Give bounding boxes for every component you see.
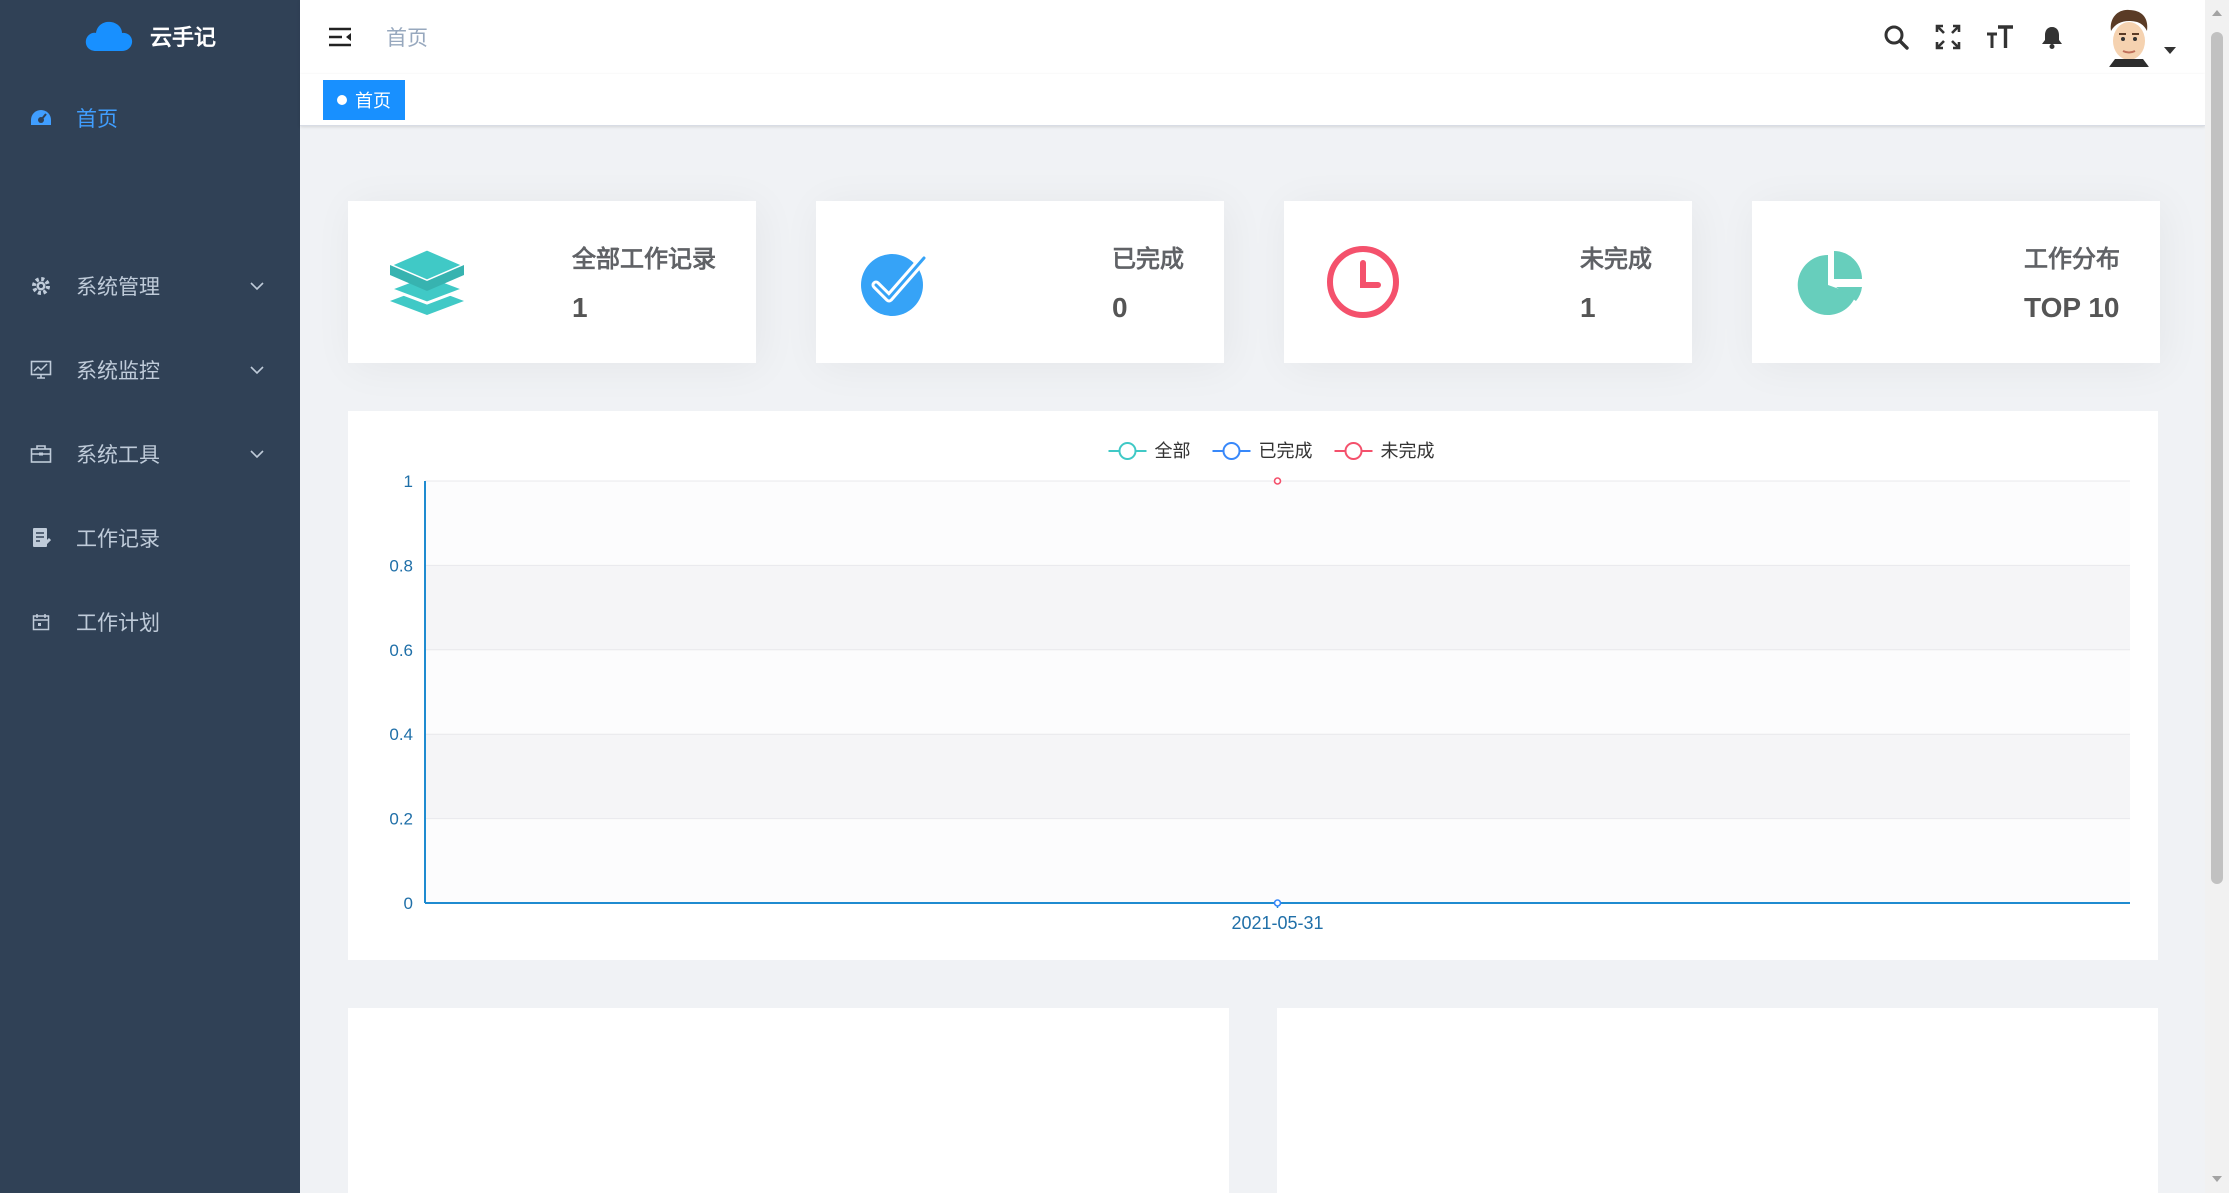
stat-card-all-records[interactable]: 全部工作记录 1	[348, 201, 756, 363]
y-tick-label: 0.8	[389, 556, 413, 575]
active-dot	[337, 95, 347, 105]
scrollbar-thumb[interactable]	[2211, 32, 2223, 884]
sidebar-item-label: 系统管理	[76, 276, 160, 299]
user-avatar-dropdown[interactable]	[2103, 7, 2177, 67]
card-title: 全部工作记录	[572, 246, 716, 273]
y-tick-label: 1	[404, 472, 413, 491]
card-value: 1	[1580, 292, 1596, 323]
x-tick-label: 2021-05-31	[1231, 913, 1323, 933]
y-tick-label: 0.4	[389, 725, 413, 744]
gear-icon	[30, 275, 52, 297]
bottom-left-panel	[348, 1008, 1229, 1193]
sidebar-item-home[interactable]: 首页	[0, 76, 300, 160]
grid-band	[425, 818, 2130, 903]
grid-band	[425, 734, 2130, 819]
sidebar-item-label: 系统监控	[76, 360, 160, 383]
bell-icon[interactable]	[2037, 22, 2067, 52]
layers-icon	[390, 247, 464, 315]
tag-label: 首页	[355, 91, 391, 111]
fullscreen-icon[interactable]	[1933, 22, 1963, 52]
avatar	[2103, 7, 2155, 67]
cloud-logo-icon	[85, 21, 133, 51]
line-chart-panel: 0 0.2 0.4 0.6 0.8 1 2021-05-31 全部 已完成 未完成	[348, 411, 2158, 960]
y-tick-label: 0	[404, 894, 413, 913]
logo[interactable]: 云手记	[0, 0, 300, 72]
sidebar-item-work-records[interactable]: 工作记录	[0, 496, 300, 580]
check-circle-icon	[861, 253, 929, 316]
stat-card-work-distribution[interactable]: 工作分布 TOP 10	[1752, 201, 2160, 363]
sidebar-item-system-monitor[interactable]: 系统监控	[0, 328, 300, 412]
breadcrumb[interactable]: 首页	[386, 22, 428, 52]
pie-chart-icon	[1797, 251, 1862, 315]
search-icon[interactable]	[1881, 22, 1911, 52]
tag-home[interactable]: 首页	[323, 80, 405, 120]
toolbox-icon	[30, 443, 52, 465]
tags-view-bar: 首页	[300, 74, 2205, 126]
legend-marker	[1344, 442, 1363, 460]
sidebar: 云手记 首页 系统管理 系统监控 系统工具 工作记录 工作计划	[0, 0, 300, 1193]
grid-band	[425, 649, 2130, 735]
sidebar-item-label: 工作计划	[76, 612, 160, 635]
top-navbar: 首页	[300, 0, 2205, 74]
caret-down-icon	[2164, 47, 2176, 54]
legend-marker	[1222, 442, 1241, 460]
monitor-icon	[30, 359, 52, 381]
hamburger-menu-icon[interactable]	[326, 23, 354, 51]
sidebar-item-work-plan[interactable]: 工作计划	[0, 580, 300, 664]
card-title: 工作分布	[2024, 246, 2120, 273]
card-title: 未完成	[1580, 246, 1652, 273]
card-value: TOP 10	[2024, 292, 2120, 323]
data-point	[1273, 477, 1282, 485]
sidebar-item-label: 工作记录	[76, 528, 160, 551]
line-chart: 0 0.2 0.4 0.6 0.8 1 2021-05-31 全部 已完成 未完成	[389, 441, 2130, 933]
chevron-down-icon	[250, 450, 264, 459]
legend-label: 全部	[1155, 441, 1191, 461]
font-size-icon[interactable]	[1985, 22, 2015, 52]
card-value: 0	[1112, 292, 1128, 323]
y-tick-label: 0.6	[389, 641, 413, 660]
document-edit-icon	[30, 527, 52, 549]
grid-band	[425, 481, 2130, 566]
grid-band	[425, 565, 2130, 650]
stat-card-completed[interactable]: 已完成 0	[816, 201, 1224, 363]
calendar-icon	[30, 611, 52, 633]
sidebar-item-label: 系统工具	[76, 444, 160, 467]
scroll-up-arrow-icon[interactable]	[2211, 8, 2223, 18]
chevron-down-icon	[250, 366, 264, 375]
legend-label: 已完成	[1259, 441, 1313, 461]
stat-card-incomplete[interactable]: 未完成 1	[1284, 201, 1692, 363]
card-title: 已完成	[1112, 246, 1184, 273]
scroll-down-arrow-icon[interactable]	[2211, 1174, 2223, 1184]
chevron-down-icon	[250, 282, 264, 291]
sidebar-item-label: 首页	[76, 108, 118, 131]
page-scrollbar[interactable]	[2205, 0, 2229, 1193]
clock-icon	[1327, 246, 1399, 318]
y-tick-label: 0.2	[389, 810, 413, 829]
dashboard-icon	[30, 107, 52, 129]
bottom-right-panel	[1277, 1008, 2158, 1193]
app-title: 云手记	[149, 25, 216, 50]
sidebar-item-system-tools[interactable]: 系统工具	[0, 412, 300, 496]
legend-marker	[1118, 442, 1137, 460]
card-value: 1	[572, 292, 588, 323]
data-point	[1273, 899, 1282, 907]
legend-label: 未完成	[1381, 441, 1435, 461]
sidebar-item-system-management[interactable]: 系统管理	[0, 244, 300, 328]
